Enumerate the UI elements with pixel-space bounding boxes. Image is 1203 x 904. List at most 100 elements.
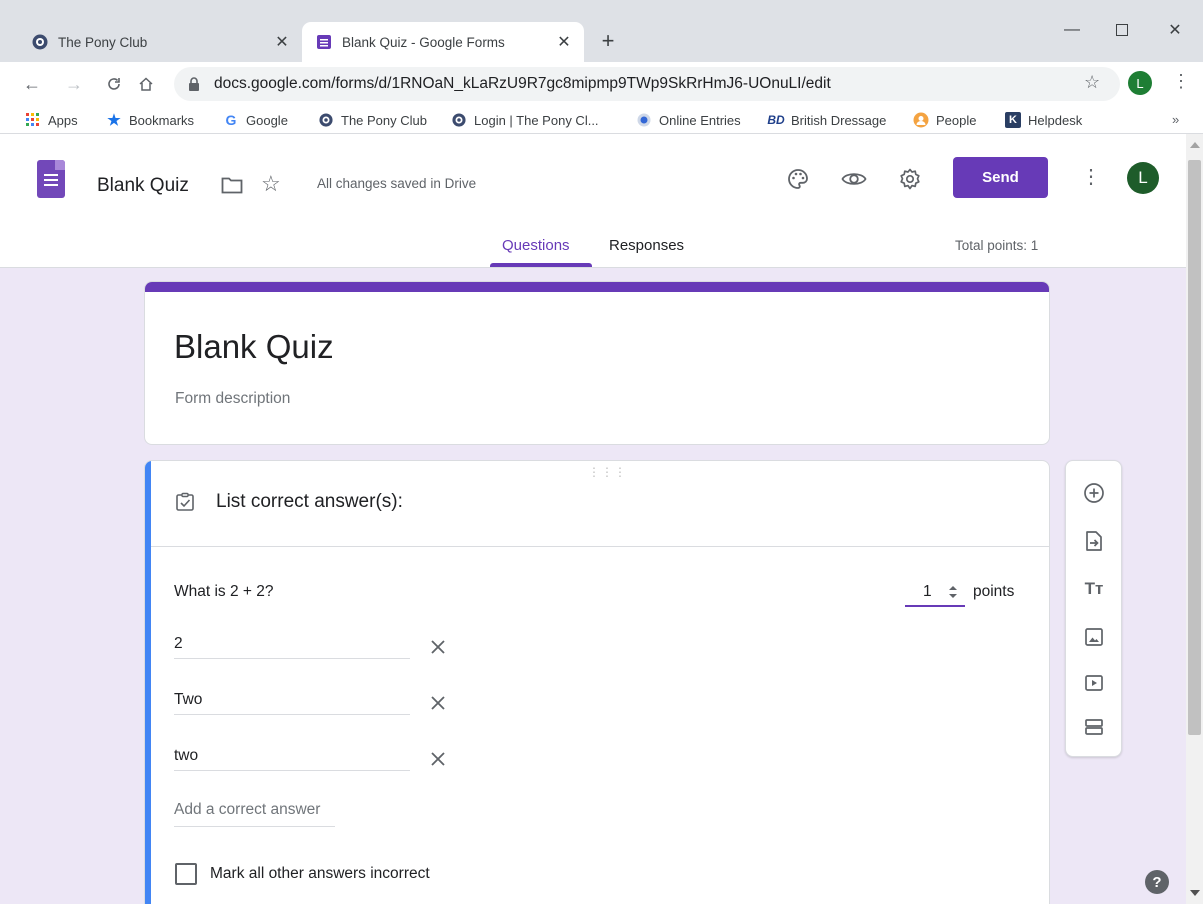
browser-tab-strip: The Pony Club ✕ Blank Quiz - Google Form… <box>0 0 1203 62</box>
avatar[interactable]: L <box>1127 162 1159 194</box>
bookmark-label: Helpdesk <box>1028 112 1083 128</box>
scroll-thumb[interactable] <box>1188 160 1201 735</box>
page-scrollbar[interactable] <box>1186 134 1203 904</box>
online-entries-icon <box>636 112 652 128</box>
import-questions-icon[interactable] <box>1082 529 1106 553</box>
browser-tab-google-forms[interactable]: Blank Quiz - Google Forms ✕ <box>302 22 584 62</box>
bookmarks-bar: Apps ★ Bookmarks G Google The Pony Club … <box>0 106 1203 134</box>
home-icon[interactable] <box>134 72 158 96</box>
scroll-down-icon[interactable] <box>1190 890 1200 896</box>
bookmark-label: People <box>936 112 977 128</box>
answer-text[interactable]: two <box>174 747 198 765</box>
active-tab-indicator <box>490 263 592 267</box>
star-bookmark-icon: ★ <box>107 112 121 129</box>
pony-club-favicon <box>318 112 334 128</box>
maximize-icon[interactable] <box>1110 18 1134 42</box>
close-icon[interactable]: ✕ <box>554 32 574 52</box>
lock-icon <box>188 77 202 91</box>
bookmark-people[interactable]: People <box>913 106 976 134</box>
browser-tab-pony-club[interactable]: The Pony Club ✕ <box>18 22 302 62</box>
mark-incorrect-label: Mark all other answers incorrect <box>210 865 430 882</box>
remove-answer-icon[interactable] <box>428 749 448 769</box>
answer-text[interactable]: 2 <box>174 635 183 653</box>
add-image-icon[interactable] <box>1082 625 1106 649</box>
bookmark-label: Login | The Pony Cl... <box>474 112 599 128</box>
question-card[interactable]: ⋮⋮⋮ List correct answer(s): What is 2 + … <box>144 460 1050 904</box>
google-forms-logo-icon[interactable] <box>37 160 65 198</box>
add-video-icon[interactable] <box>1082 671 1106 695</box>
star-icon[interactable]: ☆ <box>261 173 281 195</box>
divider <box>151 546 1049 547</box>
bookmark-online-entries[interactable]: Online Entries <box>636 106 741 134</box>
more-bookmarks-icon[interactable]: » <box>1172 106 1179 134</box>
question-focus-bar <box>145 461 151 904</box>
bookmark-login-pony-club[interactable]: Login | The Pony Cl... <box>451 106 599 134</box>
apps-grid-icon <box>25 112 41 128</box>
close-icon[interactable]: ✕ <box>272 32 292 52</box>
google-g-icon: G <box>225 112 237 128</box>
folder-icon[interactable] <box>221 176 243 194</box>
bookmark-british-dressage[interactable]: BD British Dressage <box>767 106 887 134</box>
more-options-icon[interactable]: ⋮ <box>1081 164 1101 189</box>
send-button[interactable]: Send <box>953 157 1048 198</box>
minimize-icon[interactable]: — <box>1060 18 1084 42</box>
bookmark-bookmarks[interactable]: ★ Bookmarks <box>106 106 194 134</box>
mark-incorrect-row[interactable]: Mark all other answers incorrect <box>175 863 430 885</box>
bookmark-google[interactable]: G Google <box>223 106 288 134</box>
pony-club-favicon <box>451 112 467 128</box>
add-question-icon[interactable] <box>1082 481 1106 505</box>
window-close-icon[interactable]: ✕ <box>1163 18 1187 42</box>
gear-icon[interactable] <box>897 166 923 192</box>
people-icon <box>913 112 929 128</box>
new-tab-icon[interactable]: + <box>596 30 620 54</box>
bookmark-label: British Dressage <box>791 112 887 128</box>
bookmark-pony-club[interactable]: The Pony Club <box>318 106 427 134</box>
bookmark-label: Google <box>246 112 288 128</box>
google-forms-favicon <box>316 34 332 50</box>
points-value[interactable]: 1 <box>923 583 932 601</box>
scroll-up-icon[interactable] <box>1190 142 1200 148</box>
tab-questions[interactable]: Questions <box>502 237 570 254</box>
form-title[interactable]: Blank Quiz <box>174 328 334 366</box>
pony-club-favicon <box>32 34 48 50</box>
drag-handle-icon[interactable]: ⋮⋮⋮ <box>588 466 627 478</box>
answer-text[interactable]: Two <box>174 691 202 709</box>
bookmark-star-icon[interactable]: ☆ <box>1084 72 1100 93</box>
correct-answer-field[interactable]: 2 <box>174 629 410 659</box>
bookmark-helpdesk[interactable]: K Helpdesk <box>1005 106 1082 134</box>
browser-menu-icon[interactable]: ⋮ <box>1172 71 1190 92</box>
remove-answer-icon[interactable] <box>428 693 448 713</box>
answer-key-header: List correct answer(s): <box>175 491 403 513</box>
preview-eye-icon[interactable] <box>841 166 867 192</box>
address-bar[interactable]: docs.google.com/forms/d/1RNOaN_kLaRzU9R7… <box>174 67 1120 101</box>
help-icon[interactable]: ? <box>1145 870 1169 894</box>
add-correct-answer-input[interactable]: Add a correct answer <box>174 791 335 827</box>
doc-title[interactable]: Blank Quiz <box>97 175 189 197</box>
spinner-arrows-icon[interactable] <box>947 582 959 602</box>
tab-label: The Pony Club <box>58 34 148 50</box>
add-section-icon[interactable] <box>1082 715 1106 739</box>
forward-icon[interactable]: → <box>62 72 86 96</box>
url-text: docs.google.com/forms/d/1RNOaN_kLaRzU9R7… <box>214 75 831 92</box>
points-stepper[interactable]: 1 <box>905 579 965 607</box>
mark-incorrect-checkbox[interactable] <box>175 863 197 885</box>
bookmark-apps[interactable]: Apps <box>25 106 78 134</box>
tab-responses[interactable]: Responses <box>609 237 684 254</box>
bookmark-label: The Pony Club <box>341 112 427 128</box>
correct-answer-field[interactable]: two <box>174 741 410 771</box>
save-status: All changes saved in Drive <box>317 176 477 191</box>
back-icon[interactable]: ← <box>20 72 44 96</box>
add-title-icon[interactable]: Tт <box>1082 577 1106 601</box>
form-description-field[interactable]: Form description <box>175 390 290 408</box>
palette-icon[interactable] <box>785 166 811 192</box>
reload-icon[interactable] <box>102 72 126 96</box>
form-title-card[interactable]: Blank Quiz Form description <box>144 281 1050 445</box>
browser-profile-avatar[interactable]: L <box>1128 71 1152 95</box>
total-points: Total points: 1 <box>955 238 1039 253</box>
helpdesk-icon: K <box>1005 112 1021 128</box>
remove-answer-icon[interactable] <box>428 637 448 657</box>
correct-answer-field[interactable]: Two <box>174 685 410 715</box>
answer-key-title: List correct answer(s): <box>216 491 403 512</box>
floating-toolbar: Tт <box>1065 460 1122 757</box>
bookmark-label: Online Entries <box>659 112 741 128</box>
